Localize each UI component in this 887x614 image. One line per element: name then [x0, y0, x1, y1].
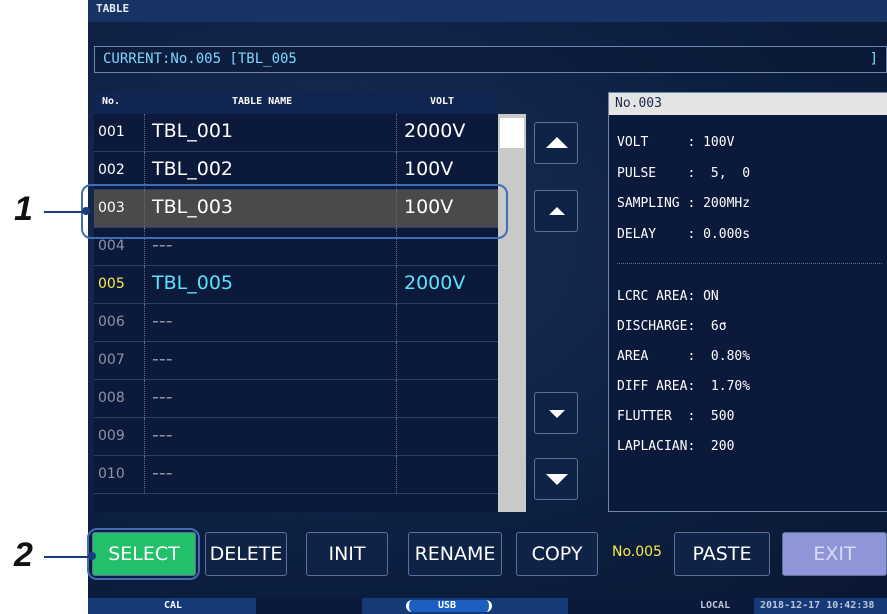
- table-scrollbar[interactable]: [498, 114, 526, 512]
- table-row[interactable]: 010 ---: [94, 456, 498, 494]
- current-table-label: CURRENT:No.005 [TBL_005: [103, 51, 297, 67]
- row-no: 007: [98, 352, 125, 368]
- paste-button[interactable]: PASTE: [674, 532, 770, 576]
- table-row[interactable]: 008 ---: [94, 380, 498, 418]
- device-screen: TABLE CURRENT:No.005 [TBL_005 ] No. TABL…: [88, 0, 887, 614]
- status-cal: CAL: [164, 600, 183, 611]
- copy-source-no: No.005: [612, 544, 662, 560]
- detail-discharge: DISCHARGE: 6σ: [617, 319, 727, 334]
- row-no: 009: [98, 428, 125, 444]
- detail-divider: [617, 263, 882, 264]
- row-no: 006: [98, 314, 125, 330]
- scroll-down-fast-icon: [546, 474, 568, 485]
- header-no: No.: [102, 96, 121, 107]
- row-no: 008: [98, 390, 125, 406]
- row-name: ---: [152, 424, 173, 446]
- detail-area: AREA : 0.80%: [617, 349, 751, 364]
- status-usb: USB: [438, 600, 457, 611]
- init-button[interactable]: INIT: [306, 532, 388, 576]
- callout-number-1: 1: [14, 190, 33, 228]
- status-bar: CAL USB LOCAL 2018-12-17 10:42:38: [88, 598, 887, 614]
- status-slot: [256, 598, 362, 614]
- table-row-current[interactable]: 005 TBL_005 2000V: [94, 266, 498, 304]
- scrollbar-thumb[interactable]: [500, 118, 524, 148]
- header-volt: VOLT: [430, 96, 455, 107]
- scroll-up-fast-icon: [546, 137, 568, 148]
- row-name: TBL_005: [152, 272, 233, 294]
- table-detail-panel: No.003 VOLT : 100V PULSE : 5, 0 SAMPLING…: [608, 92, 887, 512]
- detail-header: No.003: [609, 93, 887, 115]
- copy-button[interactable]: COPY: [516, 532, 598, 576]
- table-rows: 001 TBL_001 2000V 002 TBL_002 100V 003 T…: [94, 114, 498, 512]
- line-up-button[interactable]: [534, 190, 578, 232]
- table-list: No. TABLE NAME VOLT 001 TBL_001 2000V 00…: [94, 92, 498, 512]
- table-row[interactable]: 001 TBL_001 2000V: [94, 114, 498, 152]
- callout-highlight-button: [87, 528, 200, 580]
- status-local: LOCAL: [700, 600, 731, 611]
- row-name: ---: [152, 348, 173, 370]
- exit-button[interactable]: EXIT: [782, 532, 887, 576]
- table-row[interactable]: 006 ---: [94, 304, 498, 342]
- detail-delay: DELAY : 0.000s: [617, 227, 751, 242]
- table-row[interactable]: 007 ---: [94, 342, 498, 380]
- callout-dot-1: [82, 207, 90, 215]
- detail-diff-area: DIFF AREA: 1.70%: [617, 379, 751, 394]
- row-no: 010: [98, 466, 125, 482]
- row-no: 005: [98, 276, 125, 292]
- row-volt: 100V: [404, 158, 454, 180]
- status-slot: [568, 598, 664, 614]
- row-volt: 2000V: [404, 272, 466, 294]
- row-name: TBL_002: [152, 158, 233, 180]
- callout-highlight-row: [81, 184, 508, 239]
- table-row[interactable]: 009 ---: [94, 418, 498, 456]
- page-up-button[interactable]: [534, 122, 578, 164]
- row-no: 001: [98, 124, 125, 140]
- detail-pulse: PULSE : 5, 0: [617, 166, 751, 181]
- line-down-button[interactable]: [534, 392, 578, 434]
- callout-number-2: 2: [14, 536, 33, 574]
- row-name: ---: [152, 462, 173, 484]
- rename-button[interactable]: RENAME: [408, 532, 502, 576]
- scroll-down-icon: [549, 410, 565, 418]
- current-table-bracket: ]: [869, 51, 878, 67]
- page-down-button[interactable]: [534, 458, 578, 500]
- row-name: ---: [152, 386, 173, 408]
- row-no: 004: [98, 238, 125, 254]
- header-table-name: TABLE NAME: [232, 96, 293, 107]
- detail-sampling: SAMPLING : 200MHz: [617, 196, 751, 211]
- callout-dot-2: [88, 552, 96, 560]
- detail-laplacian: LAPLACIAN: 200: [617, 439, 735, 454]
- callout-line-2: [44, 556, 90, 558]
- row-volt: 2000V: [404, 120, 466, 142]
- row-name: TBL_001: [152, 120, 233, 142]
- table-header: No. TABLE NAME VOLT: [94, 92, 498, 114]
- detail-volt: VOLT : 100V: [617, 135, 735, 150]
- scroll-up-icon: [549, 207, 565, 215]
- row-no: 002: [98, 162, 125, 178]
- callout-line-1: [44, 211, 84, 213]
- row-name: ---: [152, 310, 173, 332]
- delete-button[interactable]: DELETE: [205, 532, 287, 576]
- status-datetime: 2018-12-17 10:42:38: [760, 600, 875, 611]
- detail-flutter: FLUTTER : 500: [617, 409, 735, 424]
- detail-lcrc-area: LCRC AREA: ON: [617, 289, 719, 304]
- current-table-field: CURRENT:No.005 [TBL_005 ]: [94, 46, 887, 73]
- window-title: TABLE: [88, 0, 887, 22]
